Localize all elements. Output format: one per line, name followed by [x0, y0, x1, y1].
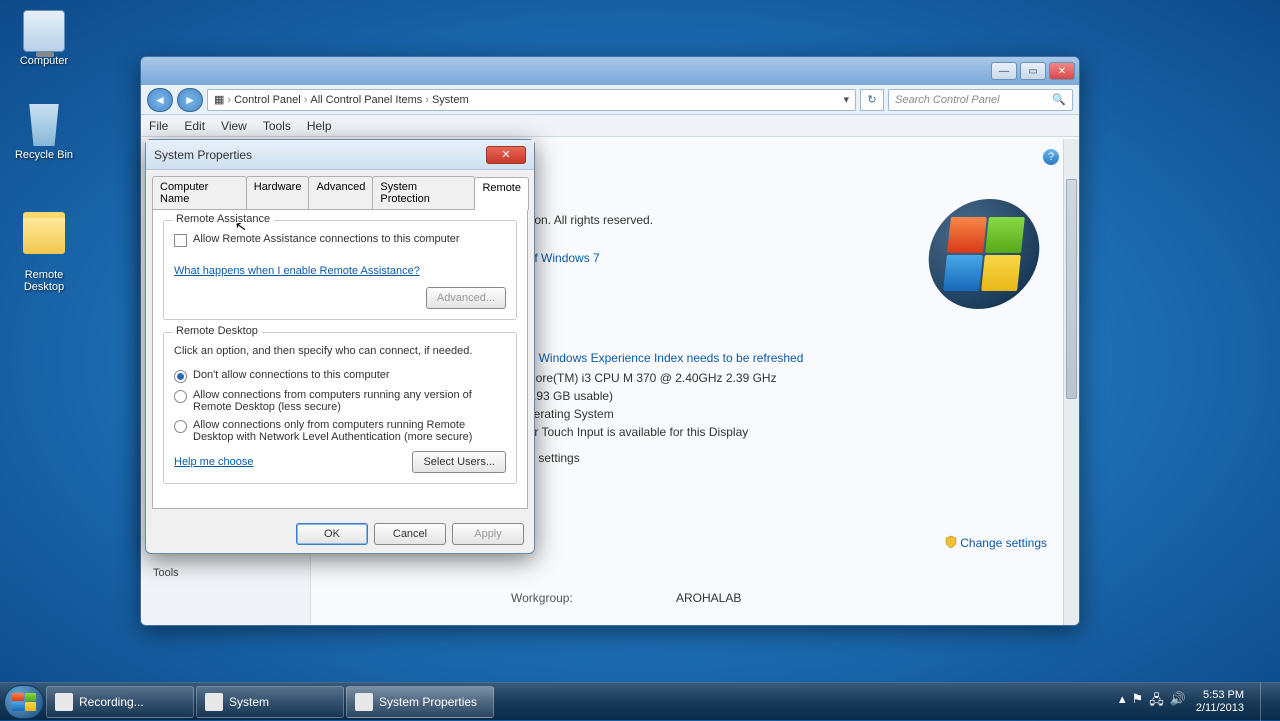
crumb-system[interactable]: System — [432, 94, 469, 106]
tab-system-protection[interactable]: System Protection — [372, 176, 475, 209]
allow-ra-label: Allow Remote Assistance connections to t… — [193, 233, 460, 245]
maximize-button[interactable]: ▭ — [1020, 62, 1046, 80]
rd-opt1-label: Don't allow connections to this computer — [193, 369, 390, 381]
nav-bar: ◄ ► ▦ › Control Panel › All Control Pane… — [141, 85, 1079, 115]
clock-time: 5:53 PM — [1196, 689, 1244, 702]
change-settings-link[interactable]: Change settings — [944, 535, 1047, 550]
system-properties-dialog: System Properties ✕ Computer Name Hardwa… — [145, 139, 535, 554]
search-icon: 🔍 — [1052, 93, 1066, 106]
ra-help-link[interactable]: What happens when I enable Remote Assist… — [174, 265, 420, 277]
tab-remote[interactable]: Remote — [474, 177, 529, 210]
allow-remote-assistance-checkbox[interactable] — [174, 234, 187, 247]
taskbar-item-system-properties[interactable]: System Properties — [346, 686, 494, 718]
start-button[interactable] — [4, 685, 44, 719]
ok-button[interactable]: OK — [296, 523, 368, 545]
rd-opt2-label: Allow connections from computers running… — [193, 389, 506, 413]
desktop-icon-computer[interactable]: Computer — [8, 10, 80, 67]
refresh-button[interactable]: ↻ — [860, 89, 884, 111]
dialog-button-row: OK Cancel Apply — [146, 515, 534, 553]
scrollbar-thumb[interactable] — [1066, 179, 1077, 399]
search-input[interactable]: Search Control Panel 🔍 — [888, 89, 1073, 111]
menu-edit[interactable]: Edit — [184, 119, 205, 133]
shield-icon — [944, 535, 958, 549]
cancel-button[interactable]: Cancel — [374, 523, 446, 545]
taskbar-label: Recording... — [79, 695, 144, 709]
workgroup-value: AROHALAB — [676, 591, 741, 605]
system-tray: ▴ ⚑ 🖧 🔊 5:53 PM 2/11/2013 — [1119, 683, 1276, 721]
tray-flag-icon[interactable]: ⚑ — [1132, 691, 1144, 713]
menu-help[interactable]: Help — [307, 119, 332, 133]
clock[interactable]: 5:53 PM 2/11/2013 — [1196, 689, 1244, 715]
scrollbar[interactable] — [1063, 139, 1079, 625]
forward-button[interactable]: ► — [177, 88, 203, 112]
taskbar-item-system[interactable]: System — [196, 686, 344, 718]
select-users-button[interactable]: Select Users... — [412, 451, 506, 473]
taskbar: Recording... System System Properties ▴ … — [0, 682, 1280, 720]
ra-advanced-button[interactable]: Advanced... — [426, 287, 506, 309]
tray-network-icon[interactable]: 🖧 — [1149, 691, 1164, 713]
apply-button[interactable]: Apply — [452, 523, 524, 545]
crumb-control-panel[interactable]: Control Panel — [234, 94, 301, 106]
crumb-all-items[interactable]: All Control Panel Items — [310, 94, 422, 106]
dialog-title-text: System Properties — [154, 148, 252, 162]
rd-option-allow-nla[interactable] — [174, 420, 187, 433]
back-button[interactable]: ◄ — [147, 88, 173, 112]
rd-option-allow-any[interactable] — [174, 390, 187, 403]
show-desktop-button[interactable] — [1260, 683, 1270, 721]
app-icon — [205, 693, 223, 711]
dialog-close-button[interactable]: ✕ — [486, 146, 526, 164]
desktop-icon-remote-desktop[interactable]: Remote Desktop — [8, 200, 80, 293]
menu-view[interactable]: View — [221, 119, 247, 133]
app-icon — [355, 693, 373, 711]
rd-instructions: Click an option, and then specify who ca… — [174, 345, 506, 357]
desktop-icon-label: Recycle Bin — [15, 149, 73, 161]
recycle-bin-icon — [23, 104, 65, 146]
taskbar-label: System Properties — [379, 695, 477, 709]
tray-up-icon[interactable]: ▴ — [1119, 691, 1126, 713]
tray-volume-icon[interactable]: 🔊 — [1170, 691, 1186, 713]
taskbar-item-recording[interactable]: Recording... — [46, 686, 194, 718]
rd-opt3-label: Allow connections only from computers ru… — [193, 419, 506, 443]
workgroup-label: Workgroup: — [511, 591, 676, 605]
close-button[interactable]: ✕ — [1049, 62, 1075, 80]
rating-link[interactable]: Your Windows Experience Index needs to b… — [511, 351, 803, 365]
help-icon[interactable]: ? — [1043, 149, 1059, 165]
menu-file[interactable]: File — [149, 119, 168, 133]
rd-help-link[interactable]: Help me choose — [174, 456, 254, 468]
folder-icon — [23, 212, 65, 254]
app-icon — [55, 693, 73, 711]
tab-hardware[interactable]: Hardware — [246, 176, 310, 209]
taskbar-label: System — [229, 695, 269, 709]
cpu-value: R) Core(TM) i3 CPU M 370 @ 2.40GHz 2.39 … — [511, 371, 777, 385]
computer-icon — [23, 10, 65, 52]
dialog-titlebar[interactable]: System Properties ✕ — [146, 140, 534, 170]
ra-legend: Remote Assistance — [172, 213, 274, 225]
remote-desktop-group: Remote Desktop Click an option, and then… — [163, 332, 517, 484]
desktop-icon-recycle-bin[interactable]: Recycle Bin — [8, 104, 80, 161]
titlebar[interactable]: — ▭ ✕ — [141, 57, 1079, 85]
breadcrumb-icon: ▦ — [214, 93, 224, 106]
search-placeholder: Search Control Panel — [895, 94, 1000, 106]
tab-advanced[interactable]: Advanced — [308, 176, 373, 209]
breadcrumb[interactable]: ▦ › Control Panel › All Control Panel It… — [207, 89, 856, 111]
rd-option-dont-allow[interactable] — [174, 370, 187, 383]
tabs: Computer Name Hardware Advanced System P… — [146, 170, 534, 209]
pen-value: en or Touch Input is available for this … — [511, 425, 748, 439]
windows-logo — [929, 199, 1039, 309]
minimize-button[interactable]: — — [991, 62, 1017, 80]
rd-legend: Remote Desktop — [172, 325, 262, 337]
menu-tools[interactable]: Tools — [263, 119, 291, 133]
chevron-down-icon[interactable]: ▾ — [843, 93, 849, 106]
tab-remote-body: Remote Assistance Allow Remote Assistanc… — [152, 209, 528, 509]
remote-assistance-group: Remote Assistance Allow Remote Assistanc… — [163, 220, 517, 320]
desktop-icon-label: Remote Desktop — [24, 269, 64, 293]
clock-date: 2/11/2013 — [1196, 702, 1244, 715]
left-panel-tools-heading: Tools — [153, 567, 298, 579]
tab-computer-name[interactable]: Computer Name — [152, 176, 247, 209]
menu-bar: File Edit View Tools Help — [141, 115, 1079, 137]
